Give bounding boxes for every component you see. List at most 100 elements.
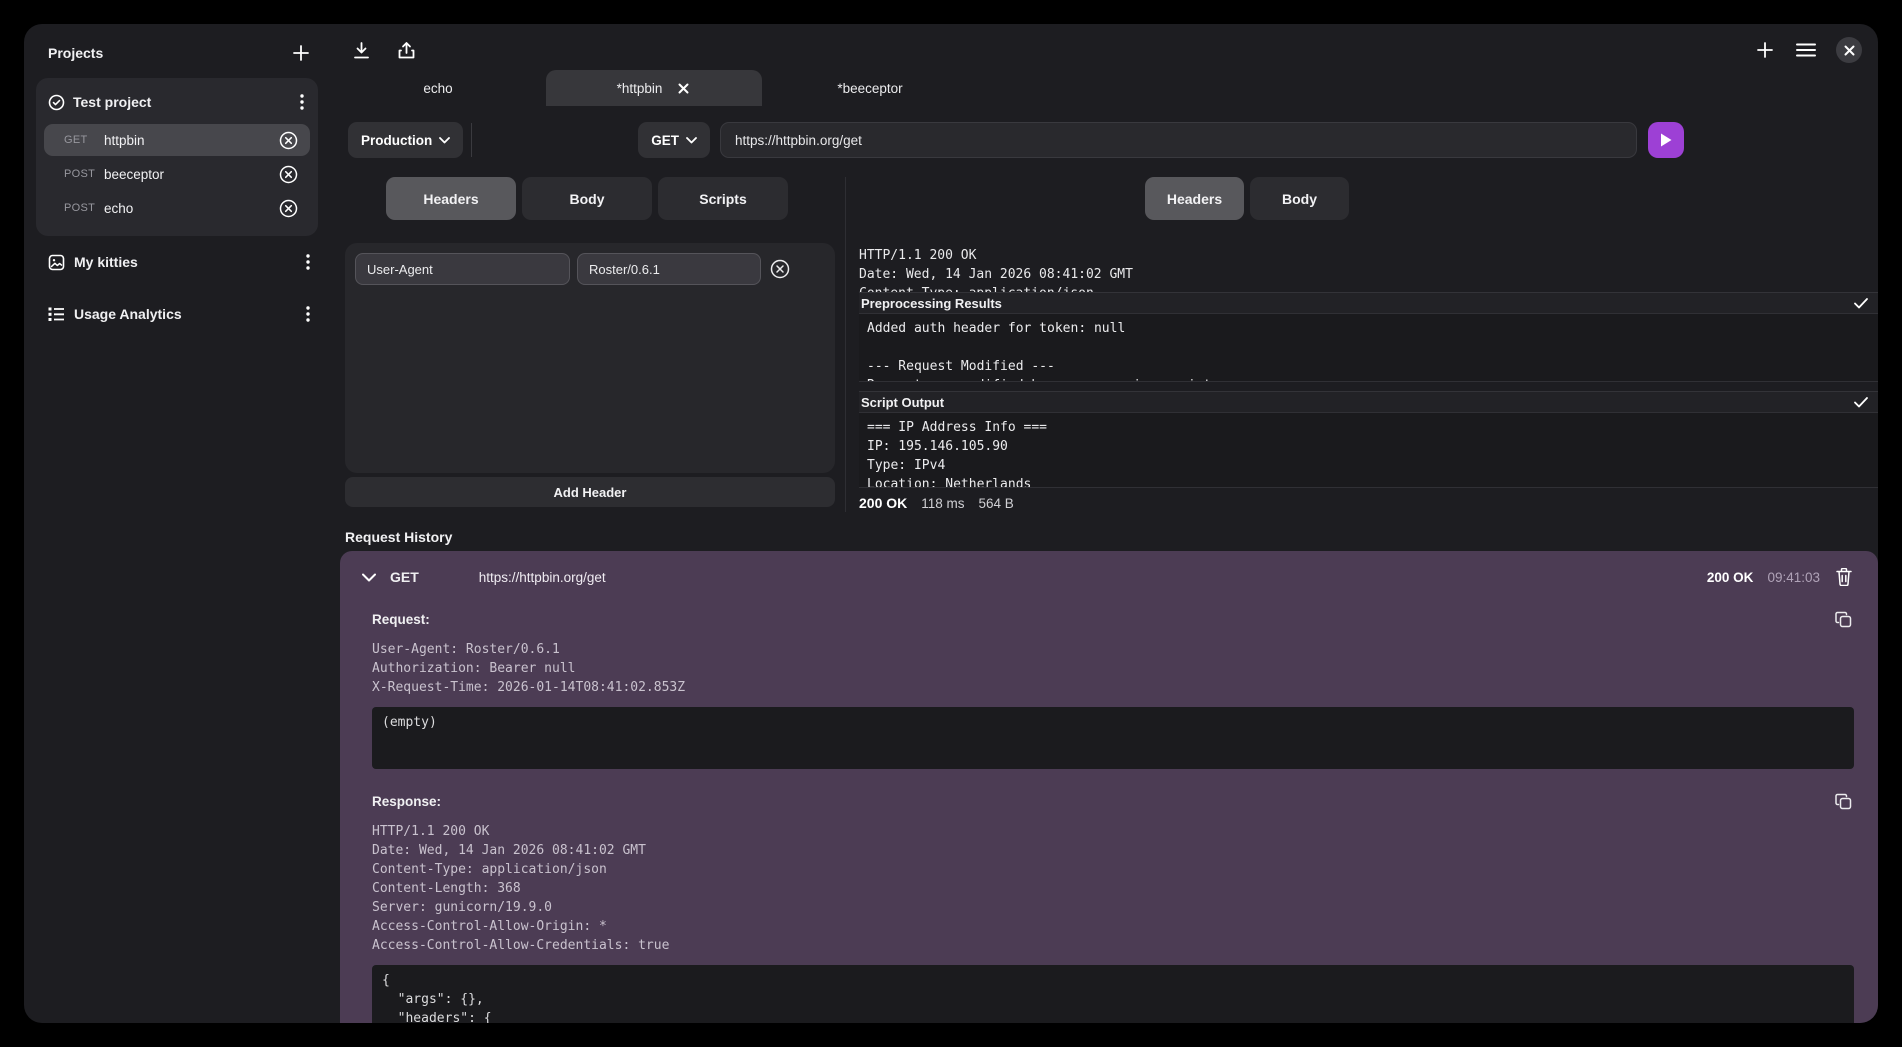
sidebar-header: Projects: [36, 38, 318, 78]
project-name: Test project: [73, 94, 290, 110]
tab-echo[interactable]: echo: [330, 70, 546, 106]
request-editor: Headers Body Scripts Add Heade: [330, 177, 845, 512]
tab-request-headers[interactable]: Headers: [386, 177, 516, 220]
tab-label: *httpbin: [617, 81, 663, 96]
collection-menu-button[interactable]: [304, 252, 312, 272]
chevron-down-icon: [439, 137, 450, 144]
preprocessing-results-output[interactable]: Added auth header for token: null --- Re…: [859, 313, 1878, 382]
download-icon: [352, 41, 371, 60]
remove-request-button[interactable]: [277, 197, 300, 220]
tab-response-body[interactable]: Body: [1250, 177, 1349, 220]
header-key-input[interactable]: [355, 253, 570, 285]
environment-dropdown[interactable]: Production: [348, 122, 463, 158]
status-size: 564 B: [979, 496, 1014, 511]
share-icon: [397, 41, 416, 60]
sidebar-title: Projects: [48, 45, 103, 61]
check-icon: [1854, 298, 1868, 309]
script-output-content[interactable]: === IP Address Info === IP: 195.146.105.…: [859, 412, 1878, 488]
copy-icon: [1835, 611, 1852, 628]
request-name-label: httpbin: [104, 133, 277, 148]
divider: [471, 123, 472, 157]
history-response-section: Response:: [360, 791, 1854, 812]
header-value-input[interactable]: [577, 253, 761, 285]
request-name-label: echo: [104, 201, 277, 216]
script-output-title: Script Output: [861, 395, 944, 410]
app-window: Projects Test project GET httpbin: [24, 24, 1878, 1023]
close-window-button[interactable]: [1836, 37, 1862, 63]
history-request-headers: User-Agent: Roster/0.6.1 Authorization: …: [360, 640, 1854, 697]
project-group: Test project GET httpbin POST beeceptor: [36, 78, 318, 236]
tab-beeceptor[interactable]: *beeceptor: [762, 70, 978, 106]
response-viewer: Headers Body HTTP/1.1 200 OK Date: Wed, …: [845, 177, 1878, 512]
collapse-entry-button[interactable]: [360, 571, 378, 584]
plus-icon: [292, 44, 310, 62]
export-button[interactable]: [395, 39, 418, 62]
chevron-down-icon: [686, 137, 697, 144]
status-code: 200 OK: [859, 495, 907, 511]
close-tab-button[interactable]: [676, 81, 691, 96]
app-stage: Projects Test project GET httpbin: [0, 0, 1902, 1047]
project-menu-button[interactable]: [298, 92, 306, 112]
history-response-headers: HTTP/1.1 200 OK Date: Wed, 14 Jan 2026 0…: [360, 822, 1854, 955]
request-item-httpbin[interactable]: GET httpbin: [44, 124, 310, 156]
sidebar: Projects Test project GET httpbin: [24, 24, 330, 1023]
request-item-echo[interactable]: POST echo: [44, 192, 310, 224]
close-icon: [678, 83, 689, 94]
request-bar: Production GET: [330, 122, 1878, 158]
history-entry: GET https://httpbin.org/get 200 OK 09:41…: [340, 551, 1878, 1023]
delete-entry-button[interactable]: [1834, 566, 1854, 588]
clock-check-icon: [48, 94, 65, 111]
tab-response-headers[interactable]: Headers: [1145, 177, 1244, 220]
circle-x-icon: [279, 165, 298, 184]
list-icon: [48, 307, 65, 322]
copy-icon: [1835, 793, 1852, 810]
add-project-button[interactable]: [290, 42, 312, 64]
response-viewer-tabs: Headers Body: [1145, 177, 1878, 220]
add-header-button[interactable]: Add Header: [345, 477, 835, 507]
new-tab-button[interactable]: [1754, 39, 1776, 61]
plus-icon: [1756, 41, 1774, 59]
chevron-down-icon: [362, 573, 376, 582]
main-area: echo *httpbin *beeceptor Production: [330, 24, 1878, 1023]
circle-x-icon: [279, 199, 298, 218]
menu-button[interactable]: [1794, 41, 1818, 59]
headers-editor-panel: [345, 243, 835, 473]
circle-x-icon: [770, 259, 790, 279]
header-row: [355, 253, 825, 285]
tab-request-scripts[interactable]: Scripts: [658, 177, 788, 220]
tab-request-body[interactable]: Body: [522, 177, 652, 220]
tab-label: echo: [423, 81, 452, 96]
send-request-button[interactable]: [1648, 122, 1684, 158]
request-method-label: POST: [64, 202, 104, 214]
tab-httpbin[interactable]: *httpbin: [546, 70, 762, 106]
toolbar: [330, 24, 1878, 70]
response-raw-headers: HTTP/1.1 200 OK Date: Wed, 14 Jan 2026 0…: [859, 246, 1878, 292]
environment-label: Production: [361, 133, 432, 148]
circle-x-icon: [279, 131, 298, 150]
method-dropdown[interactable]: GET: [638, 122, 710, 158]
document-tabstrip: echo *httpbin *beeceptor: [330, 70, 1878, 106]
request-editor-tabs: Headers Body Scripts: [386, 177, 845, 220]
script-output-header[interactable]: Script Output: [859, 391, 1878, 412]
history-entry-header[interactable]: GET https://httpbin.org/get 200 OK 09:41…: [360, 563, 1854, 591]
copy-response-button[interactable]: [1833, 791, 1854, 812]
history-request-body: (empty): [372, 707, 1854, 769]
preprocessing-results-header[interactable]: Preprocessing Results: [859, 292, 1878, 313]
request-item-beeceptor[interactable]: POST beeceptor: [44, 158, 310, 190]
remove-request-button[interactable]: [277, 163, 300, 186]
import-button[interactable]: [350, 39, 373, 62]
history-response-body: { "args": {}, "headers": {: [372, 965, 1854, 1023]
request-method-label: POST: [64, 168, 104, 180]
url-input[interactable]: [720, 122, 1637, 158]
status-duration: 118 ms: [921, 496, 964, 511]
collection-menu-button[interactable]: [304, 304, 312, 324]
trash-icon: [1836, 568, 1852, 586]
project-group-header[interactable]: Test project: [44, 86, 310, 122]
remove-request-button[interactable]: [277, 129, 300, 152]
collection-my-kitties[interactable]: My kitties: [36, 236, 318, 278]
collection-usage-analytics[interactable]: Usage Analytics: [36, 278, 318, 330]
remove-header-button[interactable]: [768, 257, 792, 281]
copy-request-button[interactable]: [1833, 609, 1854, 630]
request-method-label: GET: [64, 134, 104, 146]
hamburger-menu-icon: [1796, 43, 1816, 57]
